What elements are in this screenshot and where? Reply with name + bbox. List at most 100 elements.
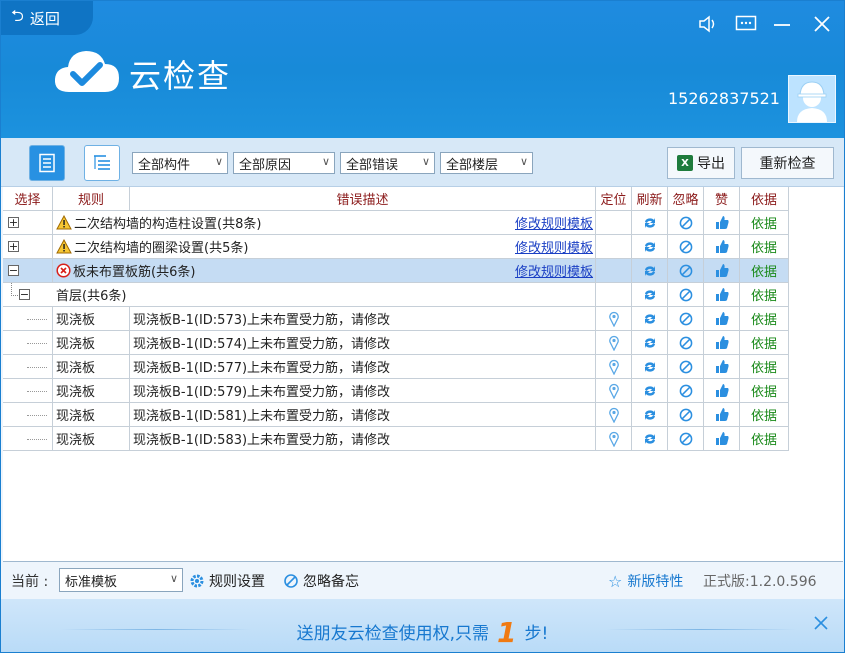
chevron-down-icon: ∨	[169, 572, 178, 585]
message-icon[interactable]	[735, 15, 757, 38]
ignore-icon[interactable]	[679, 408, 693, 422]
edit-template-cell: 修改规则模板	[493, 235, 596, 259]
locate-icon[interactable]	[608, 383, 620, 399]
basis-link[interactable]: 依据	[740, 355, 789, 379]
item-desc-cell: 现浇板B-1(ID:581)上未布置受力筋，请修改	[130, 403, 596, 427]
basis-link[interactable]: 依据	[740, 307, 789, 331]
refresh-icon[interactable]	[642, 408, 658, 422]
banner-step-number: 1	[497, 616, 517, 649]
ignore-icon[interactable]	[679, 384, 693, 398]
like-icon[interactable]	[715, 431, 729, 446]
ignore-icon[interactable]	[679, 216, 693, 230]
ignore-icon[interactable]	[679, 240, 693, 254]
rule-group-row[interactable]: + 二次结构墙的圈梁设置(共5条) 修改规则模板 依据	[3, 235, 789, 259]
floor-title-cell: 首层(共6条)	[53, 283, 596, 307]
edit-rule-template-link[interactable]: 修改规则模板	[515, 261, 593, 280]
excel-icon: X	[677, 155, 693, 171]
expand-toggle[interactable]: −	[19, 289, 30, 300]
banner-close-icon[interactable]	[813, 615, 829, 635]
rule-group-row[interactable]: + 二次结构墙的构造柱设置(共8条) 修改规则模板 依据	[3, 211, 789, 235]
error-item-row[interactable]: 现浇板 现浇板B-1(ID:573)上未布置受力筋，请修改 依据	[3, 307, 789, 331]
like-icon[interactable]	[715, 359, 729, 374]
close-icon[interactable]	[813, 15, 831, 38]
like-cell	[704, 211, 740, 235]
tree-view-button[interactable]	[84, 145, 120, 181]
floor-group-row[interactable]: − 首层(共6条) 依据	[3, 283, 789, 307]
ignore-icon[interactable]	[679, 360, 693, 374]
basis-link[interactable]: 依据	[740, 331, 789, 355]
refresh-icon[interactable]	[642, 336, 658, 350]
avatar[interactable]	[788, 75, 836, 123]
like-icon[interactable]	[715, 383, 729, 398]
locate-icon[interactable]	[608, 335, 620, 351]
tree-view-icon	[94, 155, 110, 170]
basis-link[interactable]: 依据	[740, 403, 789, 427]
refresh-icon[interactable]	[642, 360, 658, 374]
refresh-icon[interactable]	[642, 288, 658, 302]
component-filter-select[interactable]: 全部构件 ∨	[132, 152, 228, 174]
rule-group-row[interactable]: − 板未布置板筋(共6条) 修改规则模板 依据	[3, 259, 789, 283]
list-view-button[interactable]	[29, 145, 65, 181]
like-icon[interactable]	[715, 215, 729, 230]
refresh-cell	[632, 211, 668, 235]
locate-cell	[596, 259, 632, 283]
locate-icon[interactable]	[608, 431, 620, 447]
export-button[interactable]: X 导出	[667, 147, 735, 179]
error-filter-select[interactable]: 全部错误 ∨	[340, 152, 435, 174]
edit-rule-template-link[interactable]: 修改规则模板	[515, 237, 593, 256]
ignore-icon[interactable]	[679, 312, 693, 326]
error-item-row[interactable]: 现浇板 现浇板B-1(ID:574)上未布置受力筋，请修改 依据	[3, 331, 789, 355]
like-icon[interactable]	[715, 287, 729, 302]
error-item-row[interactable]: 现浇板 现浇板B-1(ID:583)上未布置受力筋，请修改 依据	[3, 427, 789, 451]
ignore-icon[interactable]	[679, 336, 693, 350]
warning-icon	[56, 215, 72, 230]
locate-icon[interactable]	[608, 311, 620, 327]
error-item-row[interactable]: 现浇板 现浇板B-1(ID:581)上未布置受力筋，请修改 依据	[3, 403, 789, 427]
locate-icon[interactable]	[608, 359, 620, 375]
ignore-icon[interactable]	[679, 264, 693, 278]
refresh-icon[interactable]	[642, 264, 658, 278]
basis-link[interactable]: 依据	[740, 427, 789, 451]
like-icon[interactable]	[715, 239, 729, 254]
basis-link[interactable]: 依据	[740, 379, 789, 403]
ignore-icon[interactable]	[679, 432, 693, 446]
error-item-row[interactable]: 现浇板 现浇板B-1(ID:577)上未布置受力筋，请修改 依据	[3, 355, 789, 379]
promo-banner[interactable]: 送朋友云检查使用权,只需 1 步!	[1, 599, 844, 652]
back-button[interactable]: ⮌ 返回	[1, 1, 93, 35]
template-select[interactable]: 标准模板 ∨	[59, 568, 183, 592]
minimize-icon[interactable]	[773, 15, 791, 38]
refresh-icon[interactable]	[642, 312, 658, 326]
ignore-notes-link[interactable]: 忽略备忘	[283, 571, 359, 591]
like-icon[interactable]	[715, 311, 729, 326]
sound-icon[interactable]	[698, 15, 718, 38]
like-icon[interactable]	[715, 335, 729, 350]
recheck-button[interactable]: 重新检查	[741, 147, 834, 179]
basis-link[interactable]: 依据	[740, 235, 789, 259]
edit-template-cell: 修改规则模板	[493, 259, 596, 283]
expand-toggle[interactable]: +	[8, 241, 19, 252]
edit-rule-template-link[interactable]: 修改规则模板	[515, 213, 593, 232]
basis-link[interactable]: 依据	[740, 283, 789, 307]
ignore-icon[interactable]	[679, 288, 693, 302]
like-icon[interactable]	[715, 407, 729, 422]
locate-icon[interactable]	[608, 407, 620, 423]
rule-settings-link[interactable]: 规则设置	[189, 571, 265, 591]
ignore-cell	[668, 211, 704, 235]
like-icon[interactable]	[715, 263, 729, 278]
refresh-icon[interactable]	[642, 216, 658, 230]
error-item-row[interactable]: 现浇板 现浇板B-1(ID:579)上未布置受力筋，请修改 依据	[3, 379, 789, 403]
refresh-icon[interactable]	[642, 240, 658, 254]
reason-filter-select[interactable]: 全部原因 ∨	[233, 152, 335, 174]
new-features-link[interactable]: ☆ 新版特性	[608, 571, 683, 591]
gear-icon	[190, 574, 204, 588]
basis-link[interactable]: 依据	[740, 211, 789, 235]
basis-link[interactable]: 依据	[740, 259, 789, 283]
expand-toggle[interactable]: +	[8, 217, 19, 228]
refresh-icon[interactable]	[642, 432, 658, 446]
locate-cell	[596, 211, 632, 235]
col-refresh: 刷新	[632, 187, 668, 211]
like-cell	[704, 283, 740, 307]
refresh-icon[interactable]	[642, 384, 658, 398]
expand-toggle[interactable]: −	[8, 265, 19, 276]
floor-filter-select[interactable]: 全部楼层 ∨	[440, 152, 533, 174]
